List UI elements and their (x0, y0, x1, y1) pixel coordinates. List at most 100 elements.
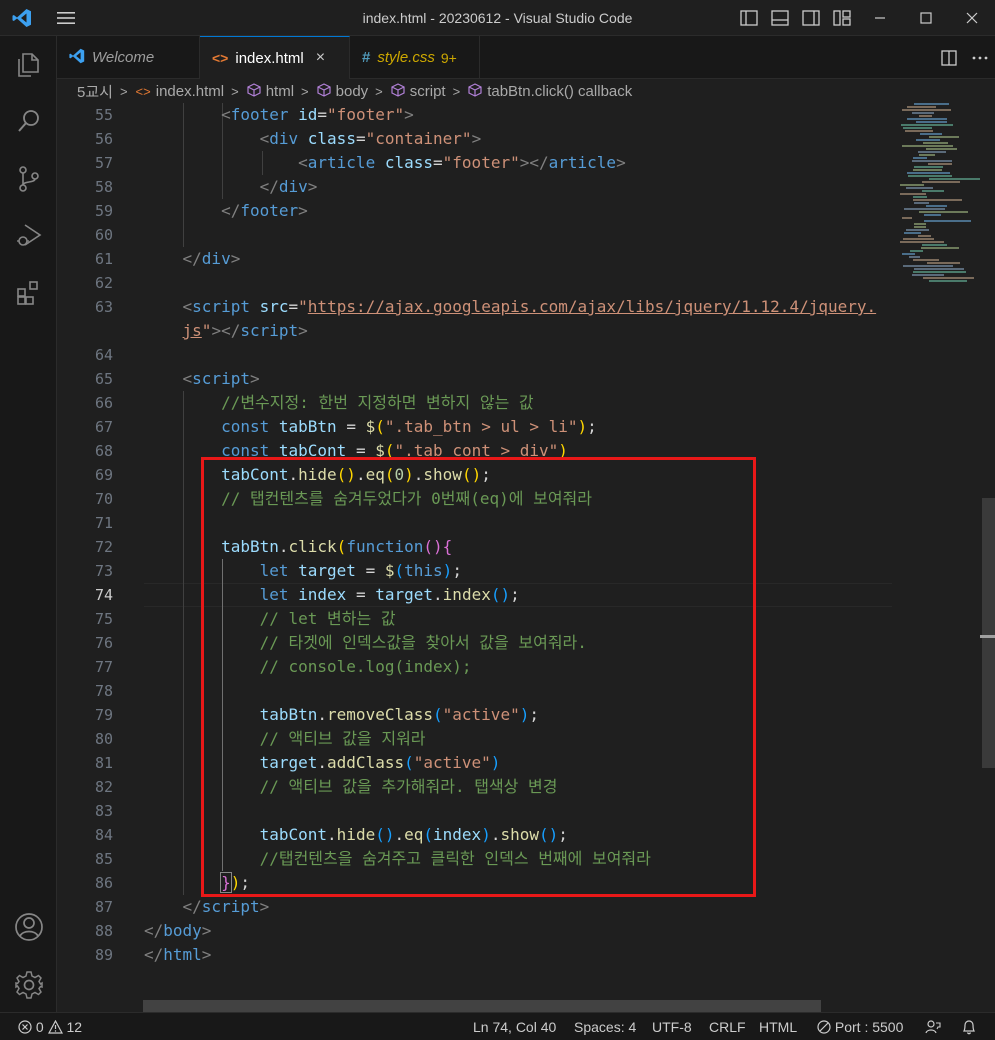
breadcrumb-file[interactable]: <> index.html (136, 83, 225, 100)
minimap-line (908, 175, 952, 177)
language-mode[interactable]: HTML (759, 1013, 797, 1040)
toggle-primary-sidebar-icon[interactable] (733, 0, 764, 36)
line-number: 82 (94, 778, 113, 796)
breadcrumb-html[interactable]: html (247, 83, 294, 100)
minimap-line (902, 109, 951, 111)
customize-layout-icon[interactable] (826, 0, 857, 36)
minimap-line (919, 211, 968, 213)
minimap-line (922, 244, 947, 246)
chevron-right-icon: > (301, 83, 309, 99)
line-ending[interactable]: CRLF (709, 1013, 746, 1040)
minimap-line (922, 181, 960, 183)
tab-welcome[interactable]: Welcome (57, 36, 200, 79)
line-number: 68 (94, 442, 113, 460)
minimap-line (918, 151, 946, 153)
line-number: 70 (94, 490, 113, 508)
vertical-scrollbar[interactable] (980, 103, 995, 1012)
line-number: 88 (94, 922, 113, 940)
warning-count: 12 (66, 1019, 83, 1035)
breadcrumb-label: tabBtn.click() callback (487, 82, 633, 100)
breadcrumb-body[interactable]: body (317, 83, 368, 100)
toggle-secondary-sidebar-icon[interactable] (795, 0, 826, 36)
toggle-panel-icon[interactable] (764, 0, 795, 36)
breadcrumb-script[interactable]: script (391, 83, 446, 100)
live-server-port[interactable]: Port : 5500 (817, 1013, 903, 1040)
minimap-line (900, 184, 924, 186)
line-number: 58 (94, 178, 113, 196)
minimap-line (926, 148, 957, 150)
menu-hamburger-icon[interactable] (44, 0, 88, 36)
more-actions-icon[interactable] (964, 36, 995, 79)
search-icon[interactable] (0, 96, 57, 146)
minimap-line (913, 196, 927, 198)
run-debug-icon[interactable] (0, 210, 57, 260)
notifications-bell-icon[interactable] (961, 1013, 977, 1040)
code-content[interactable]: <footer id="footer"> <div class="contain… (144, 103, 892, 1012)
breadcrumb-label: html (265, 82, 295, 100)
line-number: 55 (94, 106, 113, 124)
account-icon[interactable] (0, 902, 57, 952)
line-number: 69 (94, 466, 113, 484)
split-editor-icon[interactable] (933, 36, 964, 79)
line-number: 81 (94, 754, 113, 772)
indentation[interactable]: Spaces: 4 (574, 1013, 636, 1040)
tab-style-css[interactable]: # style.css 9+ (350, 36, 480, 79)
source-control-icon[interactable] (0, 154, 57, 204)
encoding[interactable]: UTF-8 (652, 1013, 692, 1040)
code-line: const tabBtn = $(".tab_btn > ul > li"); (221, 417, 597, 436)
minimap-line (913, 271, 966, 273)
line-number: 77 (94, 658, 113, 676)
tab-index-html[interactable]: <> index.html × (200, 36, 350, 79)
status-bar: 0 12 Ln 74, Col 40 Spaces: 4 UTF-8 CRLF … (0, 1012, 995, 1040)
css-icon: # (362, 49, 371, 66)
close-window-icon[interactable] (949, 0, 995, 36)
minimap-line (902, 217, 912, 219)
error-count: 0 (35, 1019, 44, 1035)
minimap-line (916, 139, 940, 141)
code-line: tabCont.hide().eq(0).show(); (221, 465, 491, 484)
minimap-line (903, 265, 953, 267)
breadcrumb-callback[interactable]: tabBtn.click() callback (468, 83, 632, 100)
close-tab-icon[interactable]: × (316, 49, 325, 67)
code-editor[interactable]: 55 56 57 58 59 60 61 62 63 64 65 66 67 68 69 70 71 72 73 74… (57, 103, 995, 1012)
problems-indicator[interactable]: 0 12 (18, 1013, 82, 1040)
settings-gear-icon[interactable] (0, 960, 57, 1010)
extensions-icon[interactable] (0, 268, 57, 318)
minimap-line (903, 238, 934, 240)
code-line: target.addClass("active") (259, 753, 501, 772)
breadcrumb-label: script (409, 82, 446, 100)
minimap-line (914, 226, 926, 228)
minimap-line (912, 274, 944, 276)
breadcrumb-folder[interactable]: 5교시 (77, 81, 113, 102)
maximize-icon[interactable] (903, 0, 949, 36)
line-number: 71 (94, 514, 113, 532)
minimap-line (914, 103, 949, 105)
minimap-line (923, 277, 974, 279)
line-number: 83 (94, 802, 113, 820)
symbol-method-icon (468, 82, 482, 100)
code-line: </div> (182, 249, 241, 268)
line-number: 73 (94, 562, 113, 580)
accounts-feedback-icon[interactable] (925, 1013, 941, 1040)
cursor-position[interactable]: Ln 74, Col 40 (473, 1013, 556, 1040)
chevron-right-icon: > (375, 83, 383, 99)
minimap-line (914, 166, 943, 168)
line-number (57, 319, 113, 343)
vscode-logo-icon (0, 0, 44, 36)
line-number: 62 (94, 274, 113, 292)
code-line: }); (220, 872, 250, 893)
code-line: <footer id="footer"> (221, 105, 414, 124)
tab-label: style.css (377, 49, 435, 66)
explorer-icon[interactable] (0, 40, 57, 90)
minimap[interactable] (892, 103, 980, 1012)
minimap-line (914, 202, 929, 204)
activity-bar (0, 36, 57, 1012)
minimap-line (902, 253, 915, 255)
minimize-icon[interactable] (857, 0, 903, 36)
horizontal-scrollbar[interactable] (143, 1000, 821, 1012)
minimap-line (921, 247, 959, 249)
scrollbar-thumb[interactable] (982, 498, 995, 768)
port-label: Port : 5500 (834, 1019, 904, 1035)
live-server-icon (817, 1019, 831, 1035)
line-number: 64 (94, 346, 113, 364)
